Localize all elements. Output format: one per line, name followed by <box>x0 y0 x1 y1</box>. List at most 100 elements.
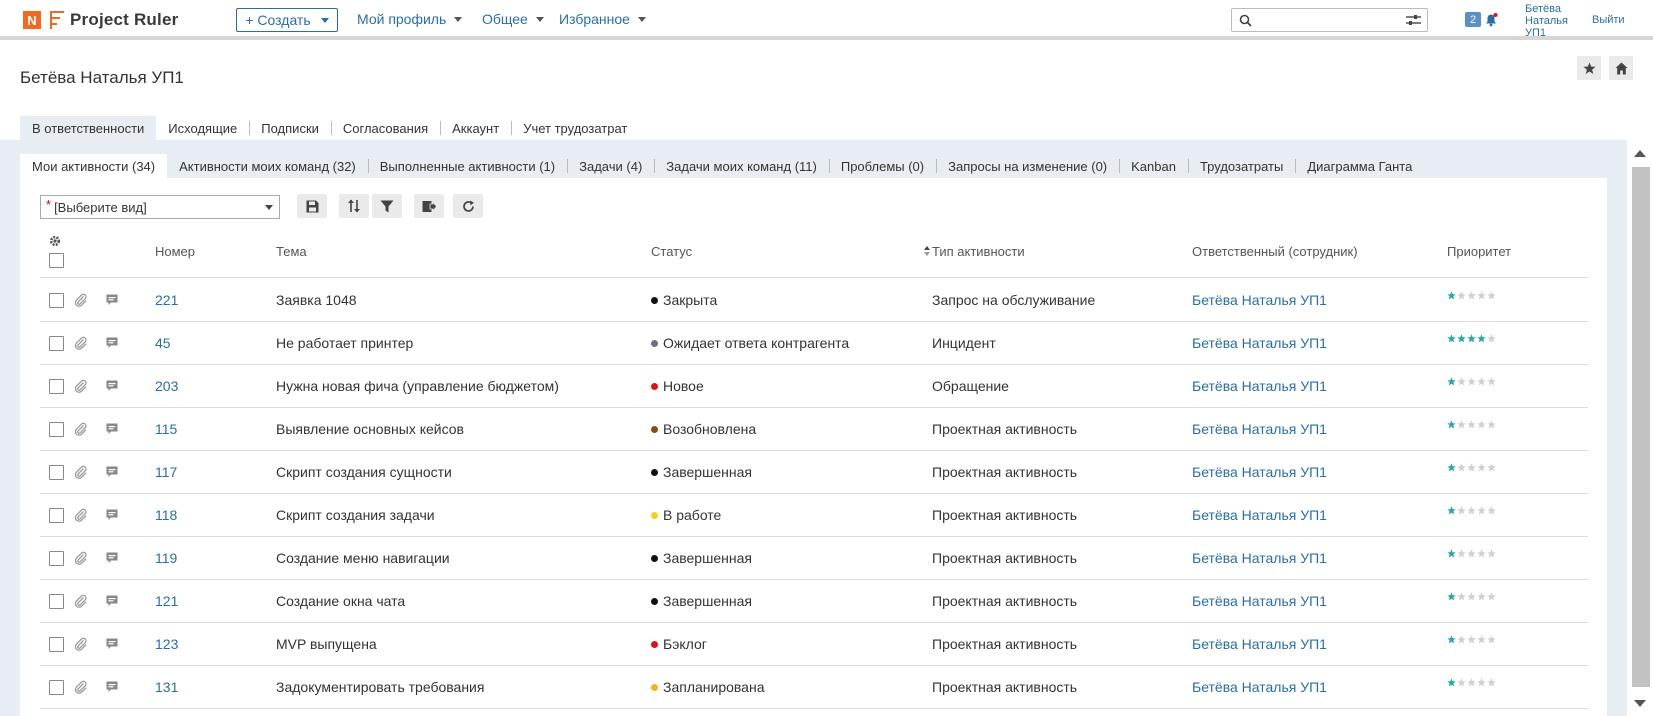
star-empty-icon[interactable] <box>1457 463 1466 472</box>
star-empty-icon[interactable] <box>1467 678 1476 687</box>
scroll-down-arrow-icon[interactable] <box>1634 700 1646 707</box>
paperclip-icon[interactable] <box>74 637 88 651</box>
priority-rating[interactable] <box>1447 463 1496 472</box>
paperclip-icon[interactable] <box>74 422 88 436</box>
star-empty-icon[interactable] <box>1487 592 1496 601</box>
tab-change-requests[interactable]: Запросы на изменение (0) <box>936 154 1119 178</box>
column-header-status[interactable]: Статус <box>651 244 692 259</box>
tab-subscriptions[interactable]: Подписки <box>249 116 331 140</box>
star-empty-icon[interactable] <box>1457 506 1466 515</box>
tab-kanban[interactable]: Kanban <box>1119 154 1188 178</box>
star-empty-icon[interactable] <box>1467 635 1476 644</box>
star-filled-icon[interactable] <box>1467 334 1476 343</box>
favorite-button[interactable] <box>1577 56 1601 80</box>
row-checkbox[interactable] <box>49 293 64 308</box>
star-empty-icon[interactable] <box>1487 420 1496 429</box>
star-empty-icon[interactable] <box>1477 420 1486 429</box>
paperclip-icon[interactable] <box>74 551 88 565</box>
assignee-link[interactable]: Бетёва Наталья УП1 <box>1192 421 1327 437</box>
tab-labor-costs[interactable]: Трудозатраты <box>1187 154 1295 178</box>
table-row[interactable]: 119 Создание меню навигации Завершенная Про… <box>40 537 1588 580</box>
star-empty-icon[interactable] <box>1487 678 1496 687</box>
star-empty-icon[interactable] <box>1467 506 1476 515</box>
tab-my-activities[interactable]: Мои активности (34) <box>20 154 168 178</box>
star-empty-icon[interactable] <box>1467 463 1476 472</box>
star-filled-icon[interactable] <box>1477 334 1486 343</box>
row-checkbox[interactable] <box>49 508 64 523</box>
comment-icon[interactable] <box>106 552 118 564</box>
search-input[interactable] <box>1231 8 1428 32</box>
row-checkbox[interactable] <box>49 336 64 351</box>
star-empty-icon[interactable] <box>1487 549 1496 558</box>
activity-subject[interactable]: Создание меню навигации <box>276 550 450 566</box>
priority-rating[interactable] <box>1447 420 1496 429</box>
assignee-link[interactable]: Бетёва Наталья УП1 <box>1192 378 1327 394</box>
activity-subject[interactable]: Заявка 1048 <box>276 292 357 308</box>
activity-number-link[interactable]: 45 <box>155 335 171 351</box>
assignee-link[interactable]: Бетёва Наталья УП1 <box>1192 636 1327 652</box>
tab-gantt[interactable]: Диаграмма Ганта <box>1295 154 1424 178</box>
assignee-link[interactable]: Бетёва Наталья УП1 <box>1192 593 1327 609</box>
home-button[interactable] <box>1609 56 1633 80</box>
assignee-link[interactable]: Бетёва Наталья УП1 <box>1192 464 1327 480</box>
comment-icon[interactable] <box>106 337 118 349</box>
row-checkbox[interactable] <box>49 422 64 437</box>
assignee-link[interactable]: Бетёва Наталья УП1 <box>1192 679 1327 695</box>
star-filled-icon[interactable] <box>1457 334 1466 343</box>
paperclip-icon[interactable] <box>74 508 88 522</box>
paperclip-icon[interactable] <box>74 680 88 694</box>
tab-responsibility[interactable]: В ответственности <box>20 116 157 140</box>
logout-link[interactable]: Выйти <box>1592 14 1625 26</box>
column-header-subject[interactable]: Тема <box>276 244 307 259</box>
star-empty-icon[interactable] <box>1457 377 1466 386</box>
activity-subject[interactable]: Создание окна чата <box>276 593 405 609</box>
tab-account[interactable]: Аккаунт <box>440 116 511 140</box>
gear-icon[interactable] <box>49 235 61 247</box>
star-empty-icon[interactable] <box>1487 635 1496 644</box>
table-row[interactable]: 121 Создание окна чата Завершенная Проектна… <box>40 580 1588 623</box>
star-empty-icon[interactable] <box>1467 377 1476 386</box>
star-empty-icon[interactable] <box>1487 463 1496 472</box>
app-logo[interactable]: N Project Ruler <box>23 10 178 30</box>
comment-icon[interactable] <box>106 638 118 650</box>
priority-rating[interactable] <box>1447 377 1496 386</box>
star-empty-icon[interactable] <box>1457 420 1466 429</box>
paperclip-icon[interactable] <box>74 293 88 307</box>
activity-number-link[interactable]: 221 <box>155 292 178 308</box>
assignee-link[interactable]: Бетёва Наталья УП1 <box>1192 292 1327 308</box>
column-header-assignee[interactable]: Ответственный (сотрудник) <box>1192 244 1358 259</box>
priority-rating[interactable] <box>1447 635 1496 644</box>
nav-favorites[interactable]: Избранное <box>559 11 646 27</box>
star-filled-icon[interactable] <box>1447 334 1456 343</box>
nav-my-profile[interactable]: Мой профиль <box>357 11 463 27</box>
activity-number-link[interactable]: 115 <box>155 421 177 437</box>
paperclip-icon[interactable] <box>74 465 88 479</box>
tab-completed-activities[interactable]: Выполненные активности (1) <box>367 154 567 178</box>
row-checkbox[interactable] <box>49 465 64 480</box>
assignee-link[interactable]: Бетёва Наталья УП1 <box>1192 335 1327 351</box>
table-row[interactable]: 123 MVP выпущена Бэклог Проектная активност… <box>40 623 1588 666</box>
activity-subject[interactable]: MVP выпущена <box>276 636 377 652</box>
column-header-number[interactable]: Номер <box>155 244 195 259</box>
comment-icon[interactable] <box>106 509 118 521</box>
star-filled-icon[interactable] <box>1447 377 1456 386</box>
table-row[interactable]: 117 Скрипт создания сущности Завершенная Пр… <box>40 451 1588 494</box>
star-filled-icon[interactable] <box>1447 506 1456 515</box>
nav-general[interactable]: Общее <box>482 11 544 27</box>
tab-approvals[interactable]: Согласования <box>330 116 440 140</box>
star-empty-icon[interactable] <box>1477 635 1486 644</box>
paperclip-icon[interactable] <box>74 379 88 393</box>
scrollbar-thumb[interactable] <box>1632 167 1650 687</box>
star-filled-icon[interactable] <box>1447 291 1456 300</box>
star-empty-icon[interactable] <box>1457 678 1466 687</box>
activity-subject[interactable]: Нужна новая фича (управление бюджетом) <box>276 378 559 394</box>
table-row[interactable]: 115 Выявление основных кейсов Возобновлена… <box>40 408 1588 451</box>
star-filled-icon[interactable] <box>1447 635 1456 644</box>
activity-subject[interactable]: Скрипт создания сущности <box>276 464 452 480</box>
row-checkbox[interactable] <box>49 379 64 394</box>
table-row[interactable]: 221 Заявка 1048 Закрыта Запрос на обслужива… <box>40 279 1588 322</box>
star-empty-icon[interactable] <box>1467 549 1476 558</box>
comment-icon[interactable] <box>106 681 118 693</box>
star-empty-icon[interactable] <box>1467 291 1476 300</box>
priority-rating[interactable] <box>1447 592 1496 601</box>
